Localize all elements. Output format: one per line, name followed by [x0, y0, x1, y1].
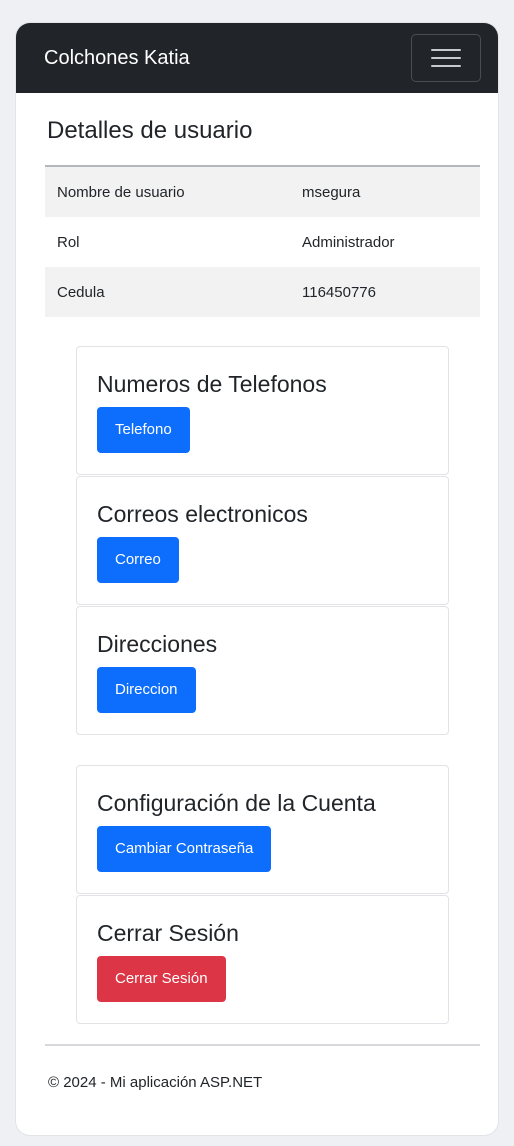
addresses-card-title: Direcciones: [97, 631, 218, 657]
navbar-toggle-button[interactable]: [411, 34, 481, 82]
logout-card-title: Cerrar Sesión: [97, 920, 239, 946]
change-password-button[interactable]: Cambiar Contraseña: [97, 826, 272, 872]
phones-card: Numeros de Telefonos Telefono: [76, 346, 449, 475]
footer-divider: [45, 1044, 480, 1046]
navbar-brand[interactable]: Colchones Katia: [44, 47, 190, 70]
phones-card-title: Numeros de Telefonos: [97, 371, 327, 397]
phone-button[interactable]: Telefono: [97, 407, 190, 453]
hamburger-menu-icon: [431, 47, 461, 69]
emails-card: Correos electronicos Correo: [76, 476, 449, 605]
table-row: Cedula 116450776: [45, 267, 480, 317]
address-button[interactable]: Direccion: [97, 667, 196, 713]
footer-text: © 2024 - Mi aplicación ASP.NET: [48, 1074, 263, 1091]
addresses-card: Direcciones Direccion: [76, 606, 449, 735]
account-settings-title: Configuración de la Cuenta: [97, 790, 376, 816]
row-value: msegura: [290, 166, 480, 217]
logout-card: Cerrar Sesión Cerrar Sesión: [76, 895, 449, 1024]
account-cards-group: Configuración de la Cuenta Cambiar Contr…: [76, 765, 449, 1024]
navbar: Colchones Katia: [16, 23, 498, 93]
emails-card-title: Correos electronicos: [97, 501, 308, 527]
logout-button[interactable]: Cerrar Sesión: [97, 956, 226, 1002]
row-label: Nombre de usuario: [45, 166, 290, 217]
table-row: Nombre de usuario msegura: [45, 166, 480, 217]
email-button[interactable]: Correo: [97, 537, 179, 583]
row-label: Rol: [57, 233, 80, 251]
row-value: Administrador: [302, 233, 395, 251]
contact-cards-group: Numeros de Telefonos Telefono Correos el…: [76, 346, 449, 735]
row-label: Cedula: [45, 267, 290, 317]
user-details-table: Nombre de usuario msegura Rol Administra…: [45, 165, 480, 317]
app-window: Colchones Katia Detalles de usuario Nomb…: [16, 23, 498, 1135]
main-content: Detalles de usuario Nombre de usuario ms…: [16, 117, 498, 1091]
table-row: Rol Administrador: [45, 217, 480, 267]
account-settings-card: Configuración de la Cuenta Cambiar Contr…: [76, 765, 449, 894]
row-value: 116450776: [290, 267, 480, 317]
page-title: Detalles de usuario: [47, 117, 253, 144]
